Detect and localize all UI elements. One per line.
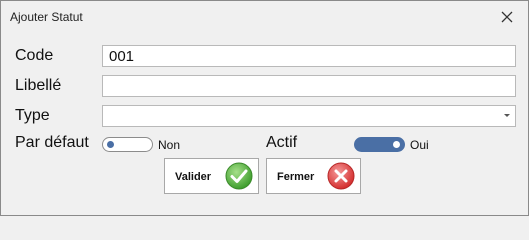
libelle-field[interactable]	[102, 75, 516, 97]
close-button[interactable]	[496, 6, 518, 28]
chevron-down-icon	[504, 114, 510, 117]
add-status-dialog: Ajouter Statut Code Libellé Type Par déf…	[0, 0, 529, 216]
dialog-title: Ajouter Statut	[10, 10, 83, 24]
valider-button[interactable]: Valider	[164, 158, 259, 194]
x-circle-icon	[327, 162, 355, 190]
toggle-knob	[107, 141, 114, 148]
fermer-button[interactable]: Fermer	[266, 158, 361, 194]
close-icon	[501, 11, 513, 23]
type-label: Type	[15, 107, 50, 124]
type-select[interactable]	[102, 105, 516, 127]
check-circle-icon	[225, 162, 253, 190]
code-label: Code	[15, 47, 54, 64]
valider-label: Valider	[175, 171, 212, 183]
title-bar: Ajouter Statut	[1, 1, 528, 33]
par-defaut-toggle[interactable]	[102, 137, 153, 152]
actif-label: Actif	[266, 134, 298, 151]
actif-state: Oui	[410, 138, 429, 152]
fermer-label: Fermer	[277, 171, 315, 183]
code-field[interactable]	[102, 45, 516, 67]
toggle-knob	[393, 141, 400, 148]
actif-toggle[interactable]	[354, 137, 405, 152]
par-defaut-label: Par défaut	[15, 134, 89, 151]
libelle-label: Libellé	[15, 77, 62, 94]
par-defaut-state: Non	[158, 138, 181, 152]
